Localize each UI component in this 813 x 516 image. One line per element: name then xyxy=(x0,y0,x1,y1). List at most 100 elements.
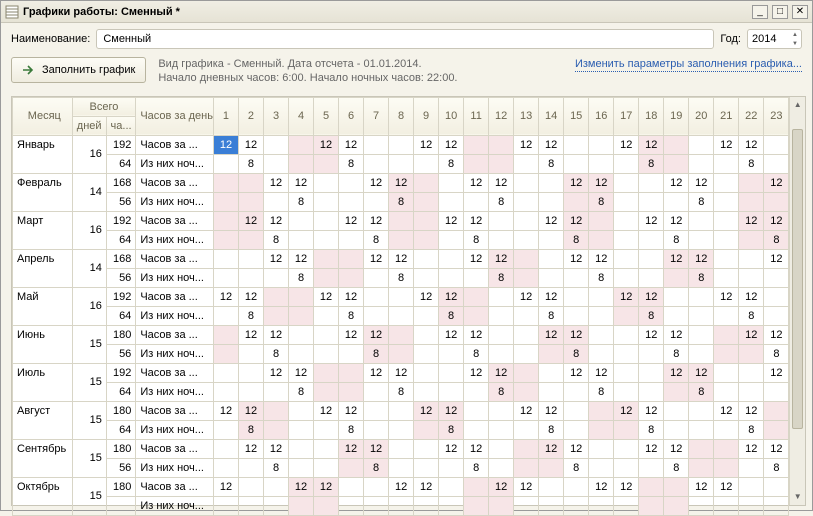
fill-schedule-button[interactable]: Заполнить график xyxy=(11,57,146,83)
total-night-cell[interactable]: 64 xyxy=(106,230,135,249)
header-day-23[interactable]: 23 xyxy=(764,97,789,135)
day-hours-cell[interactable]: 12 xyxy=(238,439,263,458)
day-night-cell[interactable] xyxy=(414,306,439,325)
day-hours-cell[interactable]: 12 xyxy=(213,135,238,154)
day-night-cell[interactable] xyxy=(664,192,689,211)
day-hours-cell[interactable]: 12 xyxy=(238,287,263,306)
day-night-cell[interactable] xyxy=(489,496,514,515)
day-night-cell[interactable] xyxy=(213,192,238,211)
maximize-button[interactable]: □ xyxy=(772,5,788,19)
day-night-cell[interactable] xyxy=(414,230,439,249)
day-night-cell[interactable]: 8 xyxy=(389,382,414,401)
day-hours-cell[interactable]: 12 xyxy=(489,477,514,496)
day-hours-cell[interactable] xyxy=(414,363,439,382)
day-hours-cell[interactable]: 12 xyxy=(238,211,263,230)
metric-hours-label[interactable]: Часов за ... xyxy=(136,439,214,458)
day-night-cell[interactable] xyxy=(714,154,739,173)
day-night-cell[interactable] xyxy=(714,268,739,287)
day-hours-cell[interactable] xyxy=(314,173,339,192)
day-hours-cell[interactable] xyxy=(364,135,389,154)
day-hours-cell[interactable] xyxy=(514,173,539,192)
day-hours-cell[interactable]: 12 xyxy=(539,211,564,230)
day-hours-cell[interactable]: 12 xyxy=(564,363,589,382)
days-cell[interactable]: 16 xyxy=(72,211,106,249)
day-night-cell[interactable] xyxy=(314,458,339,477)
day-hours-cell[interactable]: 12 xyxy=(639,325,664,344)
day-night-cell[interactable] xyxy=(464,154,489,173)
day-night-cell[interactable] xyxy=(213,344,238,363)
day-night-cell[interactable] xyxy=(364,496,389,515)
month-cell[interactable]: Январь xyxy=(13,135,73,173)
total-night-cell[interactable]: 56 xyxy=(106,458,135,477)
day-hours-cell[interactable]: 12 xyxy=(489,173,514,192)
day-night-cell[interactable] xyxy=(739,268,764,287)
day-night-cell[interactable]: 8 xyxy=(339,154,364,173)
day-night-cell[interactable] xyxy=(414,154,439,173)
day-hours-cell[interactable] xyxy=(289,287,314,306)
day-night-cell[interactable]: 8 xyxy=(564,230,589,249)
day-hours-cell[interactable] xyxy=(339,173,364,192)
days-cell[interactable]: 15 xyxy=(72,401,106,439)
day-hours-cell[interactable]: 12 xyxy=(564,325,589,344)
day-hours-cell[interactable] xyxy=(489,211,514,230)
day-hours-cell[interactable] xyxy=(764,401,789,420)
days-cell[interactable]: 14 xyxy=(72,173,106,211)
day-night-cell[interactable] xyxy=(414,382,439,401)
day-hours-cell[interactable]: 12 xyxy=(539,401,564,420)
day-hours-cell[interactable] xyxy=(238,477,263,496)
day-night-cell[interactable] xyxy=(213,382,238,401)
day-night-cell[interactable] xyxy=(589,344,614,363)
day-night-cell[interactable] xyxy=(439,382,464,401)
day-hours-cell[interactable] xyxy=(739,173,764,192)
day-night-cell[interactable] xyxy=(514,382,539,401)
day-hours-cell[interactable] xyxy=(514,249,539,268)
day-night-cell[interactable] xyxy=(314,496,339,515)
day-hours-cell[interactable] xyxy=(213,249,238,268)
day-night-cell[interactable]: 8 xyxy=(364,458,389,477)
day-hours-cell[interactable] xyxy=(289,325,314,344)
header-day-9[interactable]: 9 xyxy=(414,97,439,135)
day-night-cell[interactable] xyxy=(664,154,689,173)
day-hours-cell[interactable] xyxy=(714,211,739,230)
day-hours-cell[interactable] xyxy=(389,401,414,420)
day-night-cell[interactable] xyxy=(489,420,514,439)
day-night-cell[interactable]: 8 xyxy=(764,458,789,477)
day-hours-cell[interactable] xyxy=(289,135,314,154)
day-hours-cell[interactable] xyxy=(389,439,414,458)
day-night-cell[interactable] xyxy=(264,496,289,515)
day-hours-cell[interactable] xyxy=(389,211,414,230)
header-total[interactable]: Всего xyxy=(72,97,136,116)
metric-hours-label[interactable]: Часов за ... xyxy=(136,325,214,344)
header-day-13[interactable]: 13 xyxy=(514,97,539,135)
day-hours-cell[interactable]: 12 xyxy=(264,249,289,268)
day-hours-cell[interactable]: 12 xyxy=(539,135,564,154)
day-night-cell[interactable] xyxy=(289,154,314,173)
day-night-cell[interactable] xyxy=(264,420,289,439)
day-hours-cell[interactable]: 12 xyxy=(289,249,314,268)
day-night-cell[interactable]: 8 xyxy=(464,230,489,249)
scroll-up-arrow[interactable]: ▲ xyxy=(790,97,805,113)
day-hours-cell[interactable] xyxy=(264,401,289,420)
day-night-cell[interactable] xyxy=(614,458,639,477)
day-night-cell[interactable] xyxy=(514,306,539,325)
day-hours-cell[interactable] xyxy=(639,249,664,268)
day-night-cell[interactable] xyxy=(689,306,714,325)
day-hours-cell[interactable]: 12 xyxy=(564,173,589,192)
day-hours-cell[interactable]: 12 xyxy=(714,135,739,154)
day-hours-cell[interactable] xyxy=(489,135,514,154)
day-night-cell[interactable]: 8 xyxy=(589,382,614,401)
day-hours-cell[interactable] xyxy=(514,439,539,458)
day-night-cell[interactable] xyxy=(213,496,238,515)
day-night-cell[interactable] xyxy=(414,420,439,439)
day-night-cell[interactable] xyxy=(389,230,414,249)
total-night-cell[interactable]: 64 xyxy=(106,154,135,173)
day-night-cell[interactable]: 8 xyxy=(238,306,263,325)
day-night-cell[interactable] xyxy=(339,458,364,477)
day-hours-cell[interactable]: 12 xyxy=(414,287,439,306)
day-hours-cell[interactable] xyxy=(264,287,289,306)
day-night-cell[interactable] xyxy=(514,154,539,173)
day-hours-cell[interactable]: 12 xyxy=(714,287,739,306)
day-hours-cell[interactable] xyxy=(414,249,439,268)
day-hours-cell[interactable]: 12 xyxy=(539,439,564,458)
day-night-cell[interactable] xyxy=(589,230,614,249)
